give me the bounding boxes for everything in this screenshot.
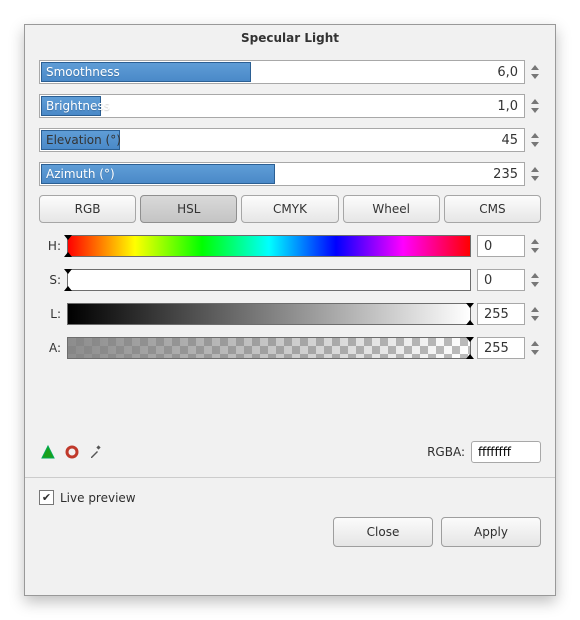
channel-label: H: <box>39 239 61 253</box>
chevron-up-icon[interactable] <box>531 341 539 346</box>
chevron-up-icon[interactable] <box>531 99 539 104</box>
chevron-up-icon[interactable] <box>531 307 539 312</box>
slider-value: 235 <box>493 163 518 185</box>
hsl-channels: H: S: L: A: <box>39 233 541 361</box>
marker-top-icon[interactable] <box>466 337 474 342</box>
channel-slider[interactable] <box>67 303 471 325</box>
live-preview-checkbox[interactable]: ✔ <box>39 490 54 505</box>
chevron-down-icon[interactable] <box>531 316 539 321</box>
chevron-up-icon[interactable] <box>531 133 539 138</box>
slider-track[interactable]: Smoothness 6,0 <box>39 60 525 84</box>
slider-elevation: Elevation (°) 45 <box>39 127 541 153</box>
chevron-down-icon[interactable] <box>531 108 539 113</box>
slider-label: Elevation (°) <box>46 129 121 151</box>
channel-h: H: <box>39 233 541 259</box>
swatch-stroke-icon[interactable] <box>63 443 81 461</box>
chevron-down-icon[interactable] <box>531 248 539 253</box>
tab-rgb[interactable]: RGB <box>39 195 136 223</box>
channel-label: A: <box>39 341 61 355</box>
chevron-down-icon[interactable] <box>531 142 539 147</box>
channel-s: S: <box>39 267 541 293</box>
slider-label: Brightness <box>46 95 110 117</box>
channel-value-input[interactable] <box>477 269 525 291</box>
rgba-input[interactable] <box>471 441 541 463</box>
slider-label: Smoothness <box>46 61 120 83</box>
chevron-down-icon[interactable] <box>531 350 539 355</box>
channel-spinner[interactable] <box>529 336 541 360</box>
chevron-up-icon[interactable] <box>531 273 539 278</box>
slider-spinner[interactable] <box>529 162 541 186</box>
slider-azimuth: Azimuth (°) 235 <box>39 161 541 187</box>
close-button[interactable]: Close <box>333 517 433 547</box>
dialog-title: Specular Light <box>25 25 555 51</box>
apply-button[interactable]: Apply <box>441 517 541 547</box>
channel-value-field[interactable] <box>482 306 520 323</box>
channel-value-field[interactable] <box>482 238 520 255</box>
chevron-down-icon[interactable] <box>531 74 539 79</box>
live-preview-label: Live preview <box>60 491 136 505</box>
marker-top-icon[interactable] <box>466 303 474 308</box>
slider-spinner[interactable] <box>529 94 541 118</box>
eyedropper-icon[interactable] <box>87 443 105 461</box>
channel-value-input[interactable] <box>477 337 525 359</box>
channel-a: A: <box>39 335 541 361</box>
channel-slider[interactable] <box>67 269 471 291</box>
tab-hsl[interactable]: HSL <box>140 195 237 223</box>
channel-slider[interactable] <box>67 337 471 359</box>
live-preview-row[interactable]: ✔ Live preview <box>39 488 541 507</box>
channel-label: L: <box>39 307 61 321</box>
channel-l: L: <box>39 301 541 327</box>
chevron-up-icon[interactable] <box>531 65 539 70</box>
channel-spinner[interactable] <box>529 268 541 292</box>
slider-value: 6,0 <box>497 61 518 83</box>
chevron-up-icon[interactable] <box>531 167 539 172</box>
tab-wheel[interactable]: Wheel <box>343 195 440 223</box>
slider-label: Azimuth (°) <box>46 163 115 185</box>
slider-track[interactable]: Elevation (°) 45 <box>39 128 525 152</box>
slider-spinner[interactable] <box>529 128 541 152</box>
slider-brightness: Brightness 1,0 <box>39 93 541 119</box>
chevron-down-icon[interactable] <box>531 282 539 287</box>
marker-bottom-icon[interactable] <box>64 286 72 291</box>
marker-bottom-icon[interactable] <box>466 320 474 325</box>
swatch-fill-icon[interactable] <box>39 443 57 461</box>
chevron-down-icon[interactable] <box>531 176 539 181</box>
channel-value-input[interactable] <box>477 303 525 325</box>
channel-value-field[interactable] <box>482 340 520 357</box>
slider-value: 45 <box>501 129 518 151</box>
color-mode-tabs: RGBHSLCMYKWheelCMS <box>39 195 541 223</box>
slider-spinner[interactable] <box>529 60 541 84</box>
color-tool-row: RGBA: <box>39 441 541 463</box>
chevron-up-icon[interactable] <box>531 239 539 244</box>
channel-label: S: <box>39 273 61 287</box>
tab-cms[interactable]: CMS <box>444 195 541 223</box>
slider-track[interactable]: Brightness 1,0 <box>39 94 525 118</box>
channel-spinner[interactable] <box>529 234 541 258</box>
marker-top-icon[interactable] <box>64 235 72 240</box>
marker-bottom-icon[interactable] <box>466 354 474 359</box>
marker-top-icon[interactable] <box>64 269 72 274</box>
slider-track[interactable]: Azimuth (°) 235 <box>39 162 525 186</box>
rgba-field[interactable] <box>476 444 536 460</box>
channel-slider[interactable] <box>67 235 471 257</box>
parameter-sliders: Smoothness 6,0 Brightness 1,0 Elevation (°) 4… <box>39 59 541 187</box>
channel-value-field[interactable] <box>482 272 520 289</box>
slider-value: 1,0 <box>497 95 518 117</box>
rgba-label: RGBA: <box>427 445 465 459</box>
separator <box>25 477 555 478</box>
channel-spinner[interactable] <box>529 302 541 326</box>
tab-cmyk[interactable]: CMYK <box>241 195 338 223</box>
channel-value-input[interactable] <box>477 235 525 257</box>
specular-light-dialog: Specular Light Smoothness 6,0 Brightness 1,… <box>24 24 556 596</box>
slider-smoothness: Smoothness 6,0 <box>39 59 541 85</box>
marker-bottom-icon[interactable] <box>64 252 72 257</box>
